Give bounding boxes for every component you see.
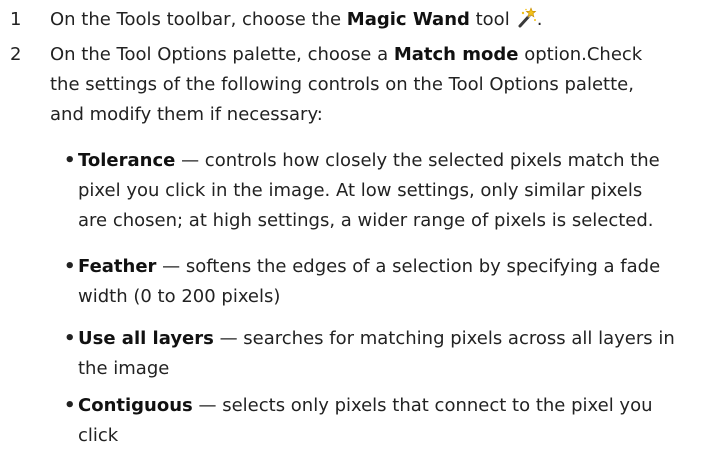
step-text-part: option.Check <box>518 44 643 65</box>
magic-wand-icon <box>515 7 537 29</box>
bullet-term: Use all layers <box>78 328 214 349</box>
text-line: Feather — softens the edges of a selecti… <box>78 252 708 282</box>
bullet-text: — selects only pixels that connect to th… <box>192 395 653 416</box>
text-line: pixel you click in the image. At low set… <box>78 180 643 201</box>
bullet-term: Feather <box>78 256 157 277</box>
text-line: Tolerance — controls how closely the sel… <box>78 146 708 176</box>
match-mode-term: Match mode <box>393 44 519 65</box>
tool-name: Magic Wand <box>346 9 470 30</box>
text-line: Contiguous — selects only pixels that co… <box>78 391 708 421</box>
step-number: 2 <box>10 44 22 65</box>
bullet-dot: • <box>64 150 76 171</box>
bullet-body: Contiguous — selects only pixels that co… <box>78 391 708 451</box>
bullet-body: Use all layers — searches for matching p… <box>78 324 708 384</box>
bullet-body: Tolerance — controls how closely the sel… <box>78 146 708 236</box>
bullet-dot: • <box>64 256 76 277</box>
bullet-text: — searches for matching pixels across al… <box>213 328 675 349</box>
text-line: the image <box>78 358 170 379</box>
step-text-part: On the Tool Options palette, choose a <box>50 44 394 65</box>
bullet-body: Feather — softens the edges of a selecti… <box>78 252 708 312</box>
bullet-dot: • <box>64 328 76 349</box>
text-line: Use all layers — searches for matching p… <box>78 324 708 354</box>
step-number: 1 <box>10 9 22 30</box>
text-line: width (0 to 200 pixels) <box>78 286 281 307</box>
text-line: and modify them if necessary: <box>50 104 323 125</box>
text-line: On the Tool Options palette, choose a Ma… <box>50 40 710 70</box>
step-text-part: On the Tools toolbar, choose the <box>50 9 347 30</box>
bullet-dot: • <box>64 395 76 416</box>
text-line: are chosen; at high settings, a wider ra… <box>78 210 654 231</box>
text-line: click <box>78 425 119 446</box>
bullet-term: Contiguous <box>78 395 193 416</box>
bullet-text: — softens the edges of a selection by sp… <box>156 256 661 277</box>
step-text: On the Tool Options palette, choose a Ma… <box>50 40 710 130</box>
instructions-document: 1 On the Tools toolbar, choose the Magic… <box>0 0 714 452</box>
text-line: the settings of the following controls o… <box>50 74 634 95</box>
bullet-text: — controls how closely the selected pixe… <box>175 150 660 171</box>
step-text-part: . <box>536 9 543 30</box>
step-text-part: tool <box>469 9 510 30</box>
bullet-term: Tolerance <box>78 150 176 171</box>
step-text: On the Tools toolbar, choose the Magic W… <box>50 5 710 35</box>
